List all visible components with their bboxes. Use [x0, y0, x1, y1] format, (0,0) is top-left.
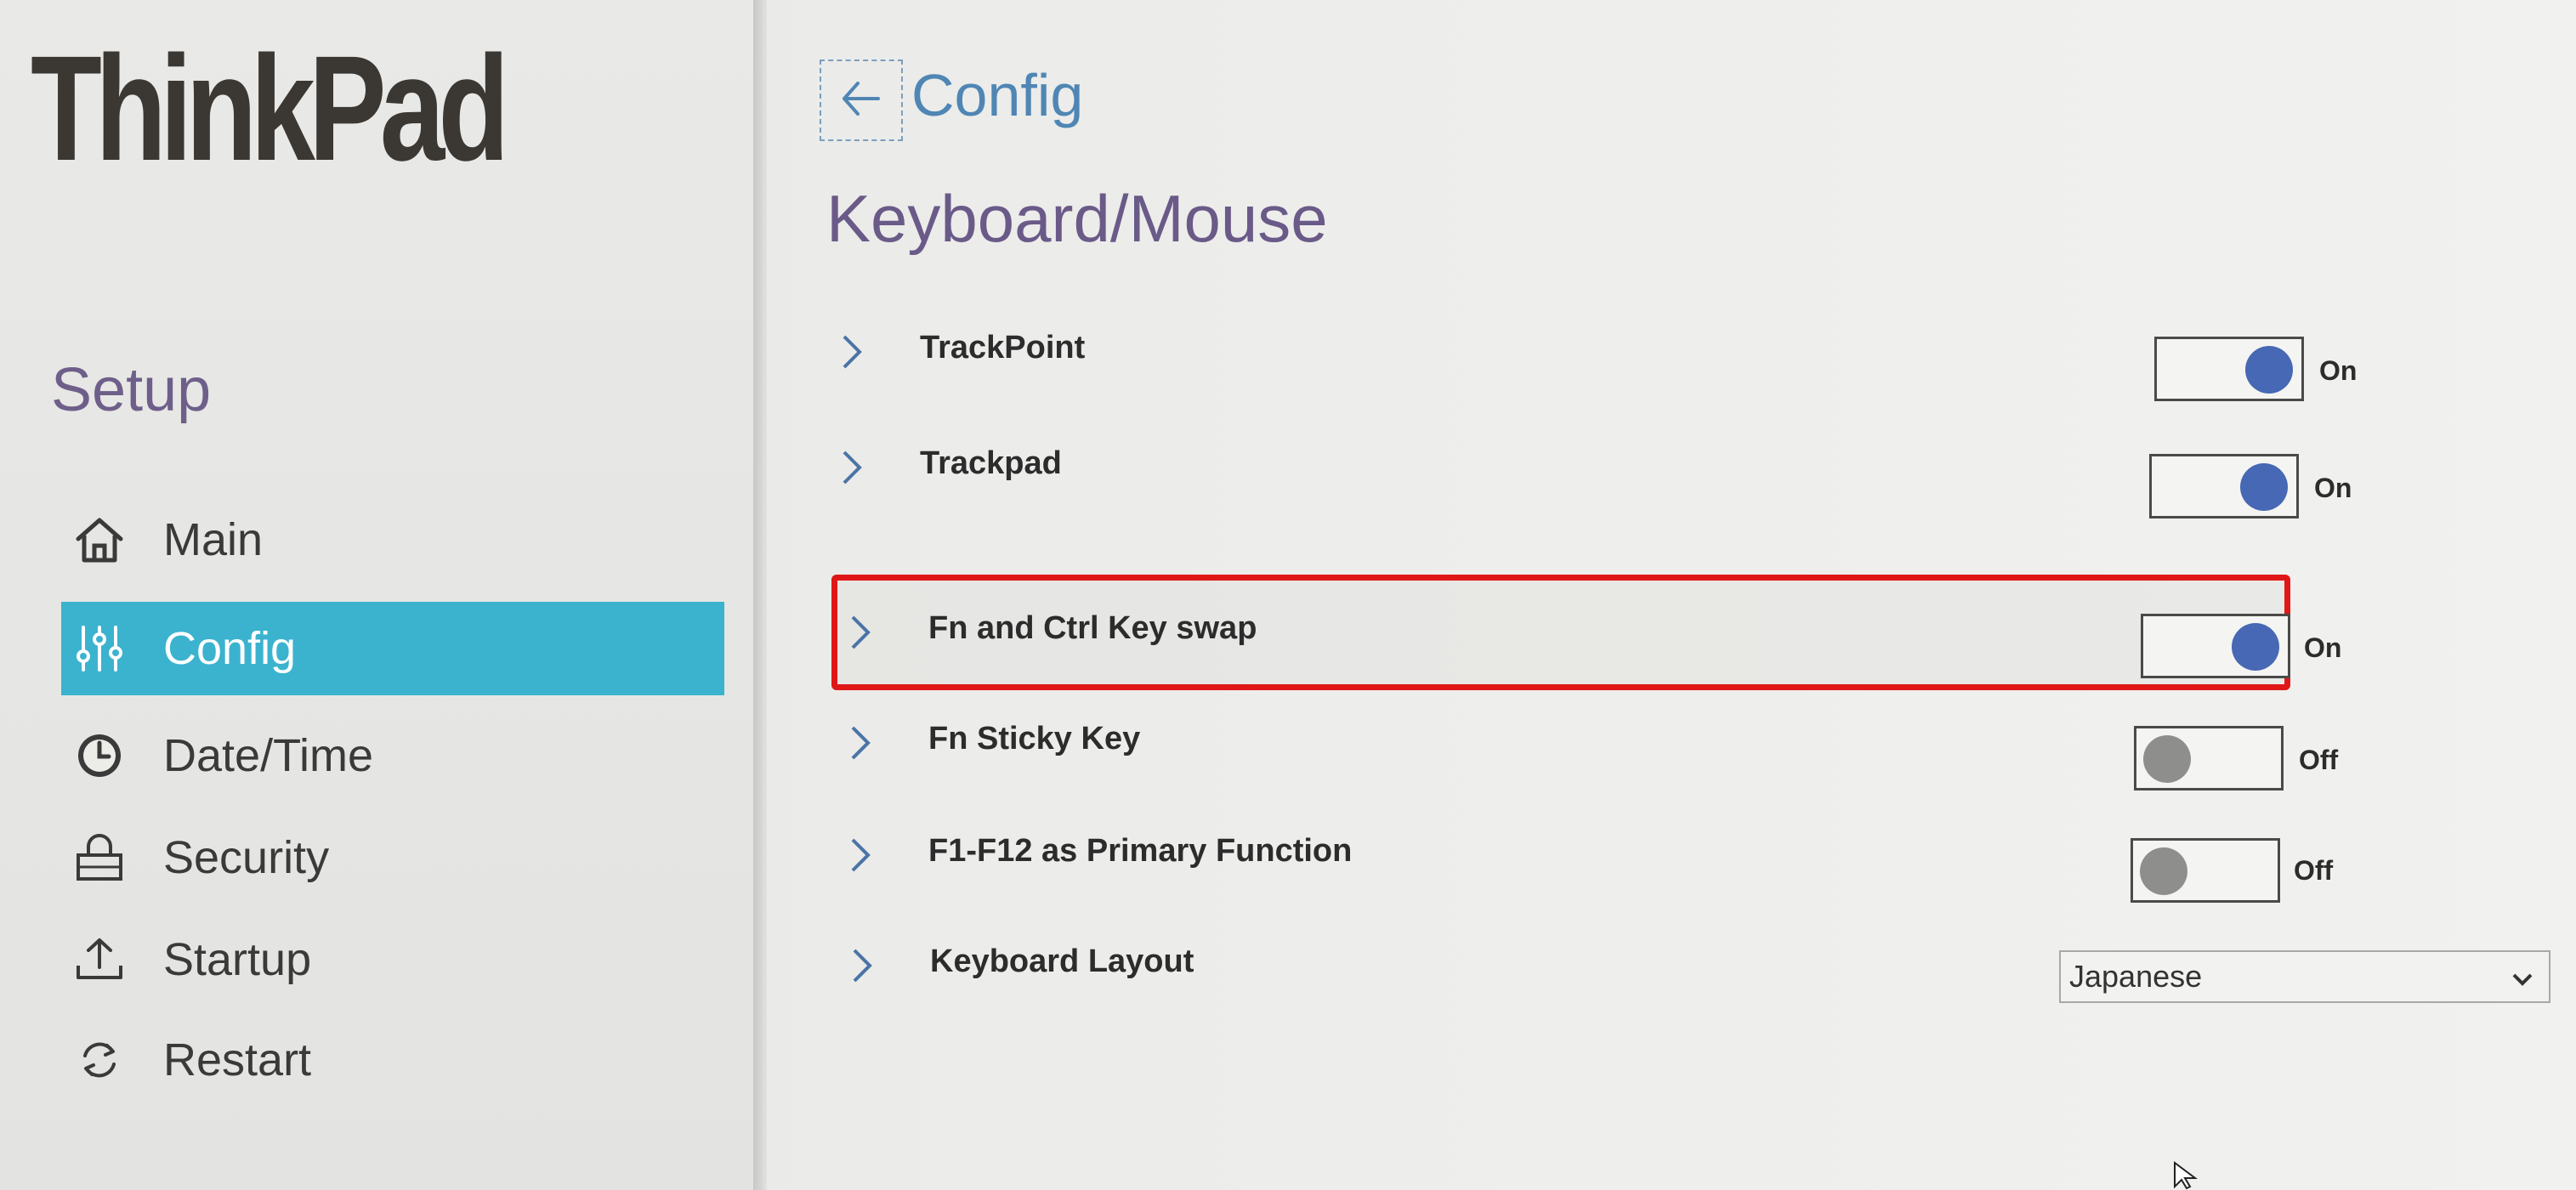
chevron-right-icon: [845, 940, 879, 991]
chevron-right-icon: [835, 442, 869, 493]
sidebar-item-config[interactable]: Config: [61, 602, 724, 695]
trackpoint-toggle[interactable]: [2154, 337, 2304, 401]
sidebar-item-label: Security: [163, 832, 330, 883]
toggle-state-label: Off: [2299, 745, 2339, 775]
chevron-down-icon: [2510, 964, 2535, 989]
toggle-state-label: Off: [2294, 855, 2334, 886]
thinkpad-logo: ThinkPad: [31, 34, 509, 184]
sidebar-item-label: Startup: [163, 934, 312, 985]
sidebar: ThinkPad Setup Main Config Date/Time Sec…: [0, 0, 753, 1190]
f1-f12-primary-toggle[interactable]: [2131, 838, 2280, 903]
sidebar-item-security[interactable]: Security: [61, 811, 724, 904]
breadcrumb: Config: [911, 62, 1084, 128]
logo-text: ThinkPad: [31, 26, 509, 192]
sidebar-item-main[interactable]: Main: [61, 493, 724, 586]
setting-label: Keyboard Layout: [930, 944, 1194, 979]
sidebar-divider: [753, 0, 767, 1190]
setting-label: Fn Sticky Key: [928, 721, 1141, 756]
setting-label: F1-F12 as Primary Function: [928, 833, 1353, 869]
bios-setup-screen: ThinkPad Setup Main Config Date/Time Sec…: [0, 0, 2576, 1190]
setting-row-fn-ctrl-swap[interactable]: Fn and Ctrl Key swap On: [843, 602, 2341, 695]
page-title: Keyboard/Mouse: [826, 181, 1328, 256]
sidebar-item-startup[interactable]: Startup: [61, 913, 724, 1006]
sidebar-item-label: Config: [163, 623, 297, 674]
toggle-state-label: On: [2314, 473, 2352, 503]
select-value: Japanese: [2069, 959, 2203, 994]
trackpad-toggle[interactable]: [2149, 454, 2299, 518]
main-panel: Config Keyboard/Mouse TrackPoint On Trac…: [767, 0, 2576, 1190]
sidebar-item-datetime[interactable]: Date/Time: [61, 709, 724, 802]
toggle-knob: [2232, 623, 2279, 671]
home-icon: [70, 510, 129, 570]
sliders-icon: [70, 619, 129, 678]
refresh-icon: [70, 1030, 129, 1090]
chevron-right-icon: [843, 607, 877, 658]
sidebar-item-restart[interactable]: Restart: [61, 1013, 724, 1107]
setting-row-trackpad[interactable]: Trackpad On: [835, 437, 2352, 530]
mouse-cursor-icon: [2173, 1161, 2199, 1190]
sidebar-item-label: Main: [163, 514, 264, 565]
setting-label: Trackpad: [920, 445, 1062, 481]
chevron-right-icon: [843, 830, 877, 881]
upload-icon: [70, 930, 129, 989]
setting-row-trackpoint[interactable]: TrackPoint On: [835, 321, 2357, 415]
chevron-right-icon: [835, 326, 869, 377]
clock-icon: [70, 726, 129, 785]
keyboard-layout-select[interactable]: Japanese: [2059, 950, 2550, 1003]
sidebar-title: Setup: [51, 356, 212, 424]
toggle-knob: [2240, 463, 2288, 511]
setting-label: TrackPoint: [920, 330, 1086, 366]
toggle-knob: [2140, 847, 2187, 895]
sidebar-item-label: Date/Time: [163, 730, 374, 781]
chevron-right-icon: [843, 717, 877, 768]
setting-label: Fn and Ctrl Key swap: [928, 610, 1257, 646]
toggle-state-label: On: [2319, 355, 2358, 386]
arrow-left-icon: [837, 75, 885, 127]
sidebar-item-label: Restart: [163, 1034, 312, 1085]
fn-sticky-key-toggle[interactable]: [2134, 726, 2284, 790]
toggle-knob: [2245, 346, 2293, 394]
toggle-knob: [2143, 735, 2191, 783]
lock-icon: [70, 828, 129, 887]
fn-ctrl-swap-toggle[interactable]: [2141, 614, 2290, 678]
setting-row-f1-f12-primary[interactable]: F1-F12 as Primary Function Off: [843, 824, 2333, 918]
setting-row-fn-sticky-key[interactable]: Fn Sticky Key Off: [843, 712, 2338, 806]
toggle-state-label: On: [2304, 632, 2342, 663]
back-button[interactable]: [820, 60, 903, 141]
